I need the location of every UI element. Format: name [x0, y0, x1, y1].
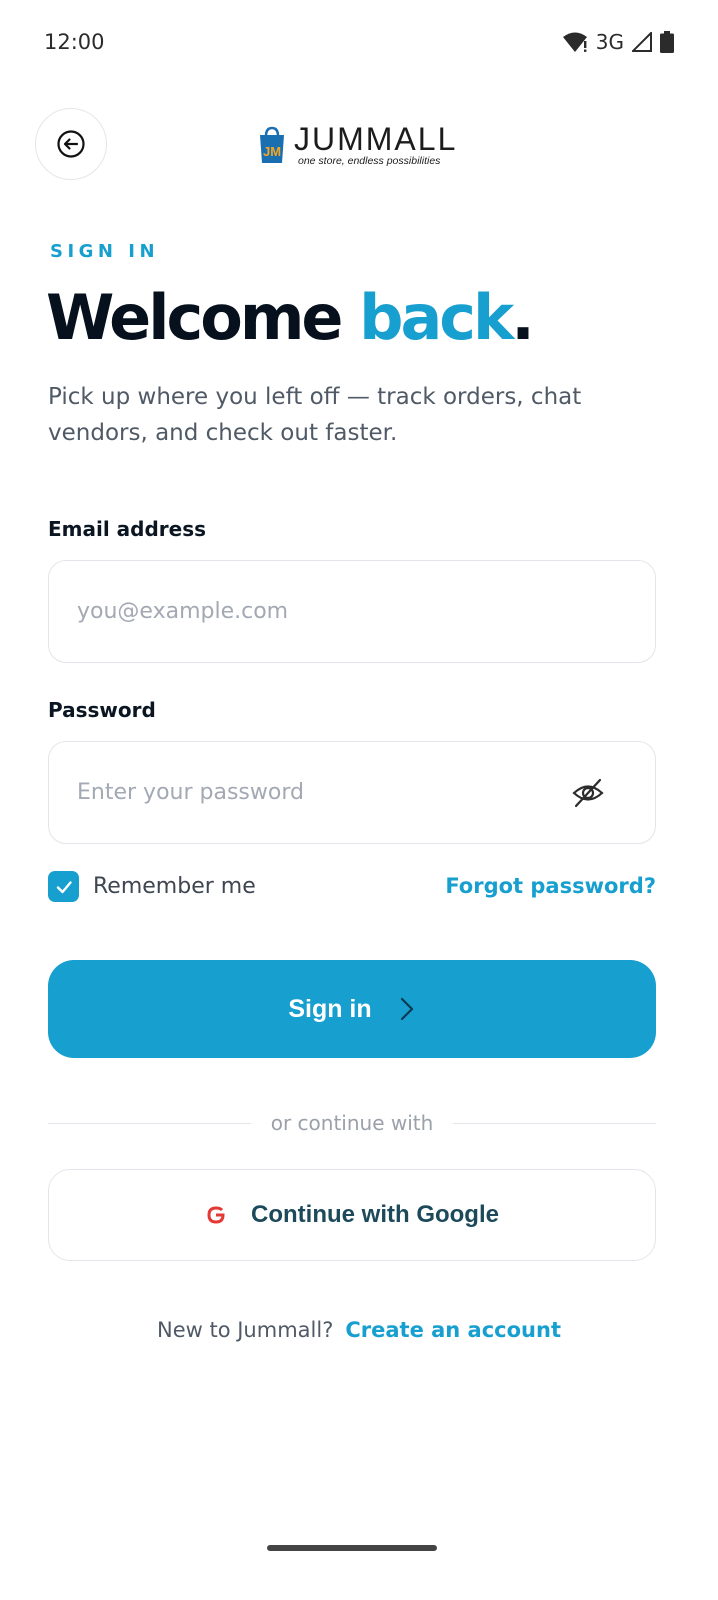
back-arrow-icon [57, 130, 85, 158]
forgot-password-link[interactable]: Forgot password? [445, 874, 656, 898]
email-label: Email address [48, 517, 207, 541]
divider-text: or continue with [270, 1111, 434, 1135]
status-time: 12:00 [44, 30, 105, 54]
page-title: Welcome back. [46, 280, 535, 356]
svg-text:JM: JM [263, 144, 281, 159]
title-part-welcome: Welcome [46, 281, 360, 354]
password-label: Password [48, 698, 156, 722]
brand-logo: JM JUMMALL one store, endless possibilit… [258, 120, 457, 170]
signup-prompt: New to Jummall? [157, 1318, 334, 1342]
home-indicator[interactable] [267, 1545, 437, 1551]
email-field[interactable] [77, 599, 627, 624]
divider-line-right [453, 1122, 657, 1124]
title-part-back: back [359, 281, 514, 354]
brand-tagline: one store, endless possibilities [298, 155, 441, 168]
google-sign-in-button[interactable]: Continue with Google [48, 1169, 656, 1261]
battery-icon [660, 31, 674, 53]
remember-label: Remember me [93, 874, 256, 899]
title-period: . [511, 281, 535, 354]
password-field[interactable] [77, 780, 517, 805]
shopping-bag-logo-icon: JM [260, 126, 284, 163]
google-button-label: Continue with Google [251, 1201, 499, 1228]
header: JM JUMMALL one store, endless possibilit… [0, 108, 718, 180]
signal-icon [632, 32, 652, 52]
back-button[interactable] [35, 108, 107, 180]
remember-checkbox[interactable] [48, 871, 79, 902]
google-icon [205, 1204, 227, 1226]
brand-name: JUMMALL [294, 121, 458, 158]
network-type: 3G [595, 30, 624, 54]
sign-in-button[interactable]: Sign in [48, 960, 656, 1058]
checkmark-icon [56, 880, 72, 893]
status-bar: 12:00 3G [0, 0, 718, 84]
password-field-container [48, 741, 656, 844]
status-icons: 3G [562, 30, 674, 54]
chevron-right-icon [400, 997, 413, 1021]
signup-prompt-row: New to Jummall? Create an account [0, 1318, 718, 1342]
divider-line-left [48, 1122, 251, 1124]
page-subtitle: Pick up where you left off — track order… [48, 384, 582, 446]
sign-in-label: Sign in [288, 994, 372, 1023]
password-visibility-toggle[interactable] [571, 776, 605, 810]
eyebrow-label: SIGN IN [50, 241, 160, 262]
remember-me[interactable]: Remember me [48, 871, 256, 902]
eye-off-icon [572, 778, 604, 808]
wifi-icon [562, 32, 587, 52]
create-account-link[interactable]: Create an account [345, 1318, 561, 1342]
social-divider: or continue with [48, 1110, 657, 1136]
email-field-container [48, 560, 656, 663]
